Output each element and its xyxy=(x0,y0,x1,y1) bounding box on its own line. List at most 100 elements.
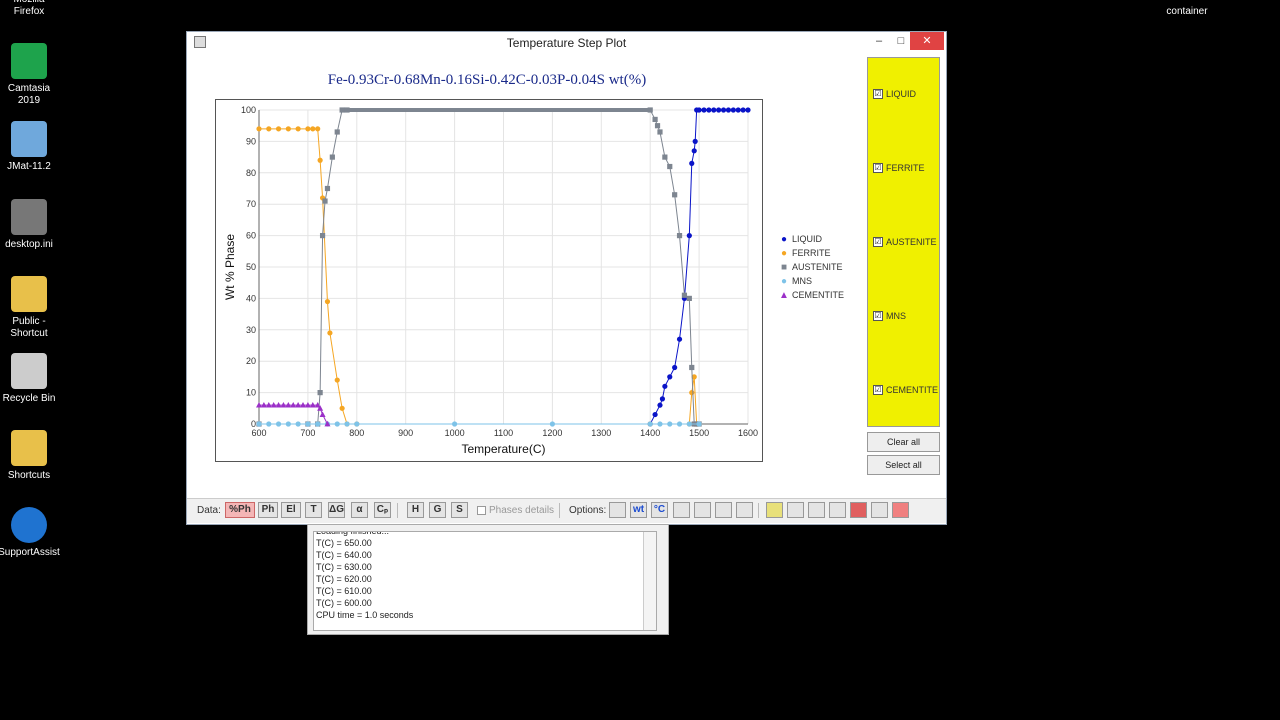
camera-icon[interactable] xyxy=(850,502,867,518)
data-point-austenite xyxy=(329,154,335,160)
clear-all-button[interactable]: Clear all xyxy=(867,432,940,452)
jmat-shortcut[interactable]: JMat-11.2 xyxy=(0,121,61,173)
help-icon[interactable] xyxy=(766,502,783,518)
data-point-liquid xyxy=(740,107,746,113)
desktop-ini-file[interactable]: desktop.ini xyxy=(0,199,61,251)
phase-button[interactable]: Ph xyxy=(258,502,278,518)
data-point-mns xyxy=(667,421,673,427)
data-point-mns xyxy=(295,421,301,427)
cp-button[interactable]: Cₚ xyxy=(374,502,391,518)
log-line: T(C) = 610.00 xyxy=(316,586,372,596)
title-bar[interactable]: Temperature Step Plot – □ ✕ xyxy=(187,32,946,53)
y-tick-label: 100 xyxy=(241,105,256,115)
close-plot-icon[interactable] xyxy=(892,502,909,518)
minimize-button[interactable]: – xyxy=(869,32,889,50)
y-tick-label: 40 xyxy=(246,293,256,303)
phases-details-checkbox[interactable] xyxy=(477,506,486,515)
log-lines: Loading finished... T(C) = 650.00 T(C) = 6… xyxy=(314,532,656,621)
data-point-mns xyxy=(686,421,692,427)
maximize-button[interactable]: □ xyxy=(891,32,911,50)
data-point-mns xyxy=(452,421,458,427)
log-text-area[interactable]: Loading finished... T(C) = 650.00 T(C) = 6… xyxy=(313,531,657,631)
select-all-button[interactable]: Select all xyxy=(867,455,940,475)
data-point-liquid xyxy=(725,107,732,113)
wt-percent-phase-button[interactable]: %Ph xyxy=(225,502,255,518)
document-icon[interactable] xyxy=(829,502,846,518)
supportassist-label: SupportAssist xyxy=(0,547,60,558)
save-icon[interactable] xyxy=(871,502,888,518)
wrench-icon xyxy=(11,507,47,543)
weight-units-button[interactable]: wt xyxy=(630,502,647,518)
recycle-bin-icon xyxy=(11,353,47,389)
legend-marker: ● xyxy=(780,275,788,287)
chart-type-icon[interactable] xyxy=(609,502,626,518)
data-point-liquid xyxy=(692,138,698,144)
clipboard-icon[interactable] xyxy=(808,502,825,518)
public-shortcut[interactable]: Public - Shortcut xyxy=(0,276,61,340)
container-shortcut[interactable]: container xyxy=(1155,6,1219,18)
close-button[interactable]: ✕ xyxy=(910,32,944,50)
element-button[interactable]: El xyxy=(281,502,301,518)
entropy-button[interactable]: S xyxy=(451,502,468,518)
data-point-mns xyxy=(305,421,311,427)
data-point-ferrite xyxy=(334,377,340,383)
data-label: Data: xyxy=(197,505,221,516)
supportassist-shortcut[interactable]: SupportAssist xyxy=(0,507,61,559)
data-point-liquid xyxy=(720,107,727,113)
legend-item: ● LIQUID xyxy=(779,232,844,246)
austenite-checkbox[interactable]: ☑ AUSTENITE xyxy=(873,237,937,247)
data-point-liquid xyxy=(659,396,666,402)
shortcuts-label: Shortcuts xyxy=(7,470,51,481)
y-tick-label: 90 xyxy=(246,136,256,146)
data-point-ferrite xyxy=(256,126,262,132)
axis-settings-icon[interactable] xyxy=(715,502,732,518)
mns-label: MNS xyxy=(886,311,906,321)
x-tick-label: 800 xyxy=(349,428,364,438)
data-point-mns xyxy=(354,421,360,427)
check-icon: ☑ xyxy=(873,163,883,173)
shortcuts-folder[interactable]: Shortcuts xyxy=(0,430,61,482)
plot-title: Fe-0.93Cr-0.68Mn-0.16Si-0.42C-0.03P-0.04… xyxy=(327,72,647,88)
temperature-step-plot-window: Temperature Step Plot – □ ✕ Fe-0.93Cr-0.… xyxy=(186,31,947,525)
data-point-ferrite xyxy=(310,126,316,132)
gibbs-button[interactable]: G xyxy=(429,502,446,518)
recycle-bin[interactable]: Recycle Bin xyxy=(0,353,61,405)
data-point-mns xyxy=(657,421,663,427)
temperature-button[interactable]: T xyxy=(305,502,322,518)
data-point-liquid xyxy=(701,107,707,113)
legend-label: CEMENTITE xyxy=(792,290,845,300)
mns-checkbox[interactable]: ☑ MNS xyxy=(873,311,906,321)
celsius-button[interactable]: °C xyxy=(651,502,668,518)
ferrite-checkbox[interactable]: ☑ FERRITE xyxy=(873,163,925,173)
table-icon[interactable] xyxy=(673,502,690,518)
x-tick-label: 1300 xyxy=(591,428,611,438)
data-point-liquid xyxy=(686,233,692,239)
series-line-cementite xyxy=(259,404,328,425)
liquid-checkbox[interactable]: ☑ LIQUID xyxy=(873,89,916,99)
list-icon[interactable] xyxy=(736,502,753,518)
alpha-button[interactable]: α xyxy=(351,502,368,518)
firefox-shortcut[interactable]: Mozilla Firefox xyxy=(0,0,61,18)
legend-item: ▲ CEMENTITE xyxy=(779,288,844,302)
phases-details-label: Phases details xyxy=(489,505,555,516)
x-tick-label: 700 xyxy=(300,428,315,438)
cementite-checkbox[interactable]: ☑ CEMENTITE xyxy=(873,385,938,395)
data-point-ferrite xyxy=(266,126,272,132)
legend-label: MNS xyxy=(792,276,812,286)
log-scrollbar[interactable] xyxy=(643,532,656,630)
y-tick-label: 80 xyxy=(246,168,256,178)
gear-file-icon xyxy=(11,199,47,235)
legend-marker: ■ xyxy=(780,261,788,273)
delta-g-button[interactable]: ΔG xyxy=(328,502,345,518)
zoom-icon[interactable] xyxy=(694,502,711,518)
x-tick-label: 600 xyxy=(251,428,266,438)
camtasia-shortcut[interactable]: Camtasia 2019 xyxy=(0,43,61,107)
data-point-mns xyxy=(676,421,683,427)
x-axis-label: Temperature(C) xyxy=(461,442,545,456)
print-icon[interactable] xyxy=(787,502,804,518)
enthalpy-button[interactable]: H xyxy=(407,502,424,518)
austenite-label: AUSTENITE xyxy=(886,237,937,247)
data-point-cementite xyxy=(319,411,326,417)
camtasia-icon xyxy=(11,43,47,79)
phase-selection-panel: ☑ LIQUID ☑ FERRITE ☑ AUSTENITE ☑ MNS ☑ C… xyxy=(867,57,940,427)
